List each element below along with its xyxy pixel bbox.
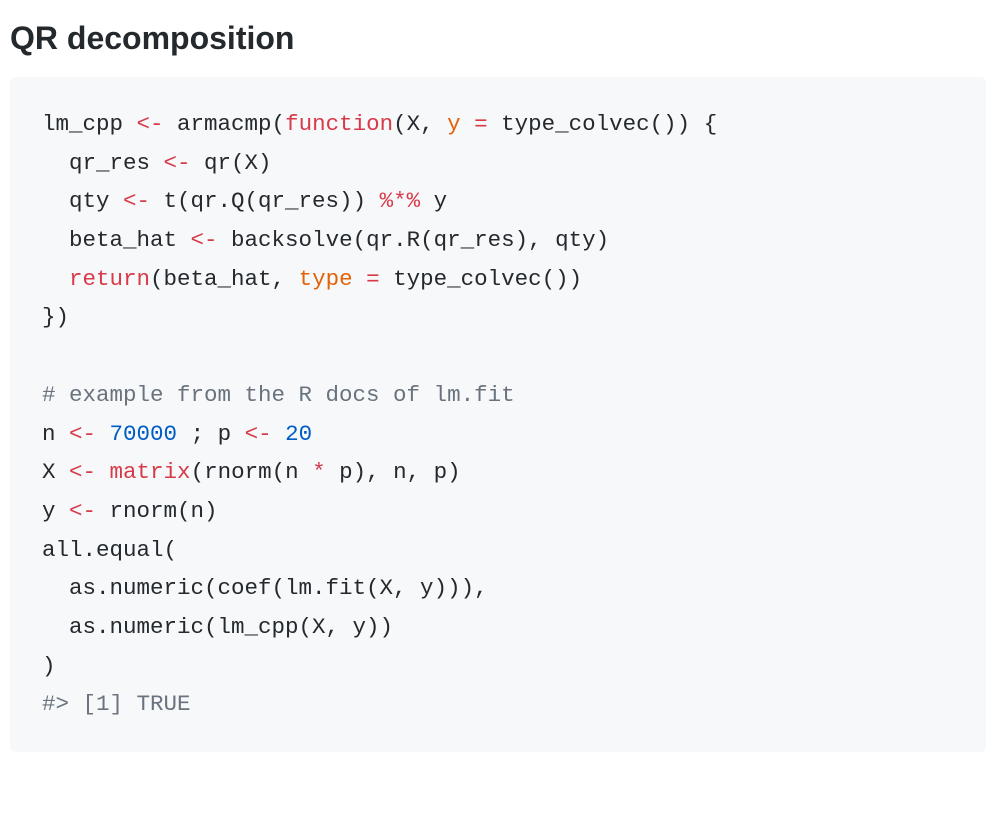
code-token: as.numeric(lm_cpp(X, y)) bbox=[42, 614, 393, 640]
code-token: y bbox=[420, 188, 447, 214]
code-token: beta_hat bbox=[42, 227, 191, 253]
code-token bbox=[42, 266, 69, 292]
code-token: rnorm(n) bbox=[96, 498, 218, 524]
code-token: }) bbox=[42, 304, 69, 330]
code-token: * bbox=[312, 459, 326, 485]
code-token: (X, bbox=[393, 111, 447, 137]
code-token: <- bbox=[69, 421, 96, 447]
code-token: (rnorm(n bbox=[191, 459, 313, 485]
code-token: qty bbox=[42, 188, 123, 214]
code-token bbox=[272, 421, 286, 447]
code-token: as.numeric(coef(lm.fit(X, y))), bbox=[42, 575, 488, 601]
code-token: t(qr.Q(qr_res)) bbox=[150, 188, 380, 214]
code-token: type_colvec()) bbox=[380, 266, 583, 292]
code-token: n bbox=[42, 421, 69, 447]
code-token: y bbox=[42, 498, 69, 524]
code-token: X bbox=[42, 459, 69, 485]
code-token: lm_cpp bbox=[42, 111, 137, 137]
code-token: = bbox=[366, 266, 380, 292]
code-token: all.equal( bbox=[42, 537, 177, 563]
code-token: <- bbox=[123, 188, 150, 214]
code-token: armacmp( bbox=[164, 111, 286, 137]
section-heading: QR decomposition bbox=[10, 10, 986, 57]
code-token: type bbox=[299, 266, 353, 292]
code-token: <- bbox=[164, 150, 191, 176]
code-token: <- bbox=[245, 421, 272, 447]
code-token: # example from the R docs of lm.fit bbox=[42, 382, 515, 408]
code-token bbox=[461, 111, 475, 137]
code-token: <- bbox=[191, 227, 218, 253]
code-token: type_colvec()) { bbox=[488, 111, 718, 137]
code-token: <- bbox=[69, 498, 96, 524]
code-token: ; p bbox=[177, 421, 245, 447]
code-block: lm_cpp <- armacmp(function(X, y = type_c… bbox=[10, 77, 986, 752]
code-token: 70000 bbox=[110, 421, 178, 447]
code-token: #> [1] TRUE bbox=[42, 691, 191, 717]
code-token: ) bbox=[42, 653, 56, 679]
code-token bbox=[353, 266, 367, 292]
code-token: %*% bbox=[380, 188, 421, 214]
code-token: qr_res bbox=[42, 150, 164, 176]
code-token: return bbox=[69, 266, 150, 292]
code-token bbox=[96, 421, 110, 447]
code-token: matrix bbox=[110, 459, 191, 485]
code-token: <- bbox=[137, 111, 164, 137]
code-token bbox=[96, 459, 110, 485]
code-token: p), n, p) bbox=[326, 459, 461, 485]
code-token: 20 bbox=[285, 421, 312, 447]
code-token: y bbox=[447, 111, 461, 137]
code-token: <- bbox=[69, 459, 96, 485]
code-token: qr(X) bbox=[191, 150, 272, 176]
code-token: backsolve(qr.R(qr_res), qty) bbox=[218, 227, 610, 253]
code-token: = bbox=[474, 111, 488, 137]
code-token: (beta_hat, bbox=[150, 266, 299, 292]
code-token: function bbox=[285, 111, 393, 137]
